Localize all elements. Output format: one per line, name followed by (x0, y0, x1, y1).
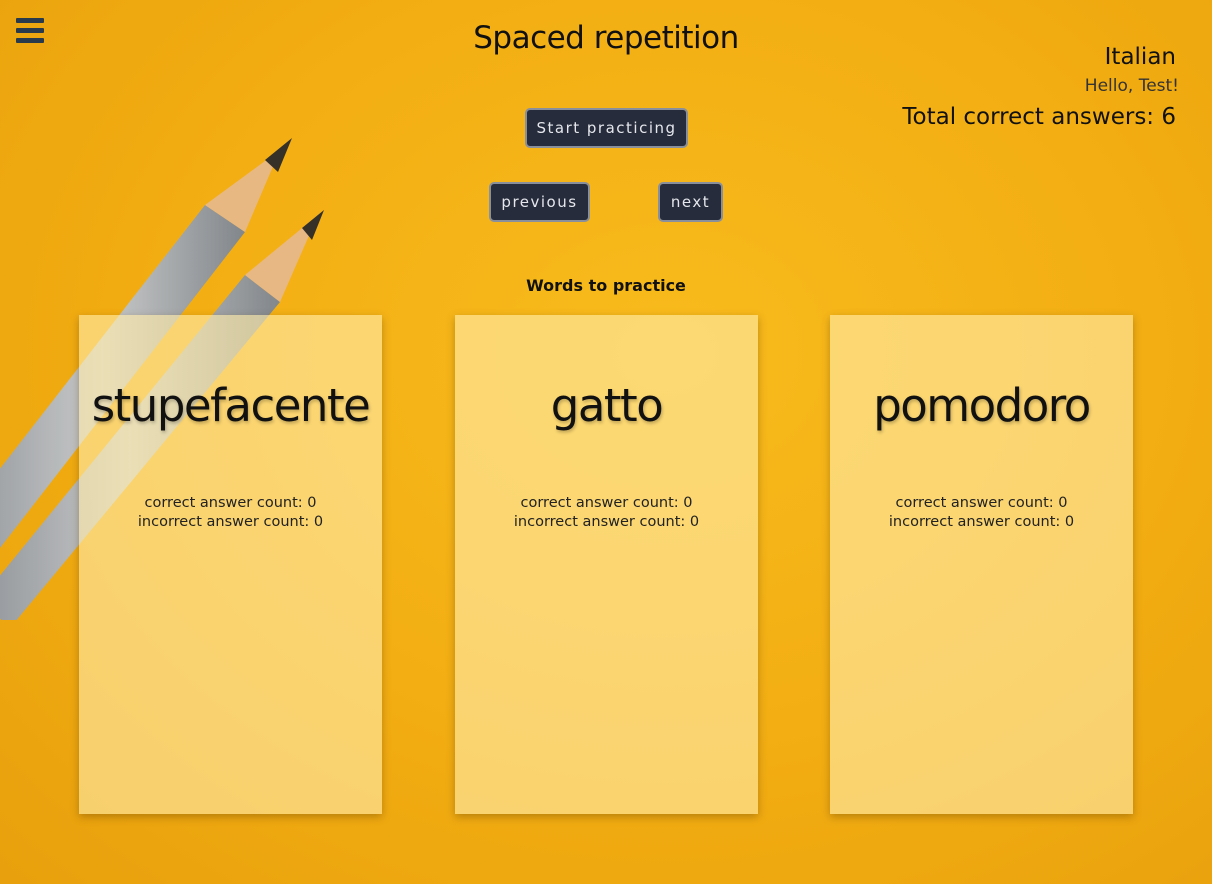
card-word: gatto (550, 379, 664, 432)
incorrect-count: incorrect answer count: 0 (137, 514, 324, 530)
correct-count: correct answer count: 0 (895, 495, 1068, 511)
card-stats: correct answer count: 0 incorrect answer… (79, 494, 382, 532)
card-stats: correct answer count: 0 incorrect answer… (455, 494, 758, 532)
word-card[interactable]: pomodoro correct answer count: 0 incorre… (830, 315, 1133, 814)
correct-count: correct answer count: 0 (520, 495, 693, 511)
word-card[interactable]: stupefacente correct answer count: 0 inc… (79, 315, 382, 814)
card-word: stupefacente (91, 379, 371, 432)
card-word: pomodoro (873, 379, 1091, 432)
total-correct-answers: Total correct answers: 6 (902, 104, 1176, 130)
words-to-practice-heading: Words to practice (526, 276, 686, 295)
card-stats: correct answer count: 0 incorrect answer… (830, 494, 1133, 532)
next-button[interactable]: next (658, 182, 723, 222)
greeting-text: Hello, Test! (1084, 76, 1179, 96)
correct-count: correct answer count: 0 (144, 495, 317, 511)
user-panel: Italian Hello, Test! Total correct answe… (902, 44, 1179, 130)
language-label: Italian (1104, 44, 1176, 70)
word-card[interactable]: gatto correct answer count: 0 incorrect … (455, 315, 758, 814)
start-practicing-button[interactable]: Start practicing (525, 108, 688, 148)
incorrect-count: incorrect answer count: 0 (888, 514, 1075, 530)
previous-button[interactable]: previous (489, 182, 590, 222)
incorrect-count: incorrect answer count: 0 (513, 514, 700, 530)
